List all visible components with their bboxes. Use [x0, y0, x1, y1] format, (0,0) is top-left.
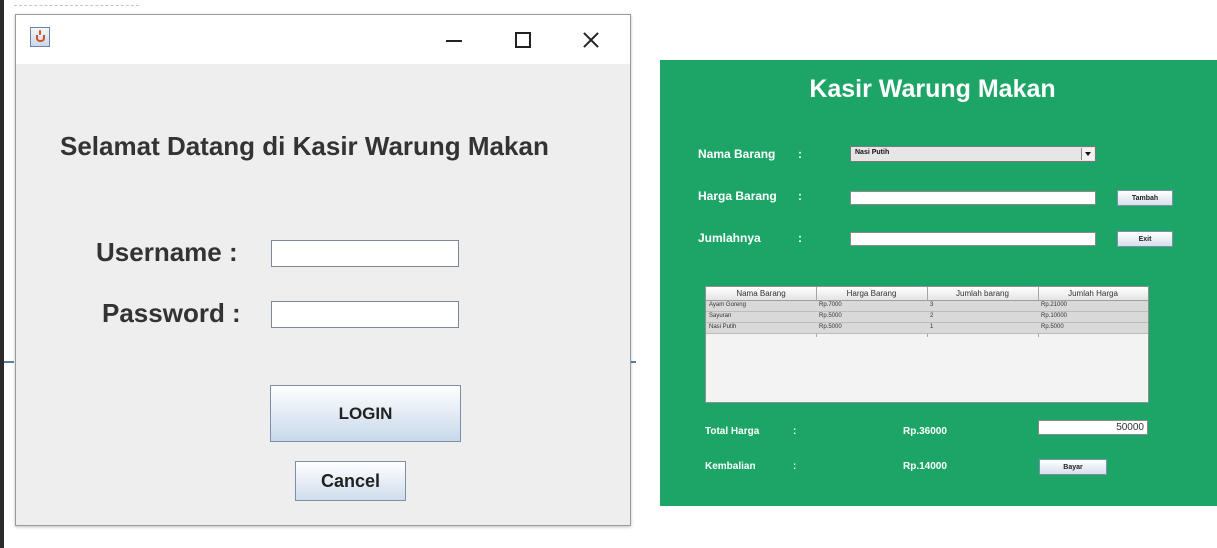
login-button[interactable]: LOGIN: [270, 385, 461, 442]
table-cell: Rp.5000: [819, 313, 842, 319]
close-icon[interactable]: [578, 27, 608, 53]
tambah-button[interactable]: Tambah: [1117, 190, 1173, 206]
login-window: Selamat Datang di Kasir Warung Makan Use…: [15, 14, 631, 526]
jumlah-field[interactable]: [850, 232, 1096, 246]
column-header[interactable]: Jumlah Harga: [1038, 289, 1148, 298]
cancel-button[interactable]: Cancel: [295, 461, 406, 501]
colon: :: [793, 426, 797, 437]
colon: :: [798, 147, 802, 161]
colon: :: [798, 231, 802, 245]
title-bar[interactable]: [16, 15, 630, 64]
minimize-icon[interactable]: [441, 27, 471, 53]
password-label: Password :: [102, 298, 241, 328]
kasir-panel: Kasir Warung Makan Nama Barang : Nasi Pu…: [660, 60, 1217, 506]
username-label: Username :: [96, 237, 238, 267]
table-cell: Rp.21000: [1041, 302, 1068, 308]
table-cell: Sayuran: [709, 313, 732, 319]
table-cell: 2: [930, 313, 934, 319]
table-row[interactable]: Nasi Putih Rp.5000 1 Rp.5000: [706, 323, 1148, 334]
table-cell: Ayam Goreng: [709, 302, 746, 308]
kembalian-value: Rp.14000: [903, 461, 947, 472]
table-cell: Rp.10000: [1041, 313, 1068, 319]
jumlahnya-label: Jumlahnya: [698, 231, 761, 245]
transaksi-table[interactable]: Nama Barang Harga Barang Jumlah barang J…: [705, 286, 1149, 403]
chevron-down-icon[interactable]: [1081, 148, 1094, 160]
table-row[interactable]: Ayam Goreng Rp.7000 3 Rp.21000: [706, 301, 1148, 312]
kasir-title: Kasir Warung Makan: [809, 75, 1056, 103]
table-cell: Rp.5000: [819, 324, 842, 330]
selection-dash: [14, 5, 139, 6]
column-header[interactable]: Jumlah barang: [927, 289, 1038, 298]
left-edge-bar: [0, 0, 4, 548]
password-field[interactable]: [271, 301, 459, 328]
table-cell: 1: [930, 324, 934, 330]
total-harga-label: Total Harga: [705, 426, 760, 437]
table-cell: Rp.7000: [819, 302, 842, 308]
java-icon: [30, 27, 50, 47]
total-harga-value: Rp.36000: [903, 426, 947, 437]
exit-button[interactable]: Exit: [1117, 231, 1173, 247]
column-header[interactable]: Harga Barang: [816, 289, 927, 298]
colon: :: [793, 461, 797, 472]
colon: :: [798, 189, 802, 203]
harga-barang-label: Harga Barang: [698, 189, 777, 203]
table-cell: Rp.5000: [1041, 324, 1064, 330]
table-cell: Nasi Putih: [709, 324, 737, 330]
column-header[interactable]: Nama Barang: [706, 289, 816, 298]
table-cell: 3: [930, 302, 934, 308]
bayar-button[interactable]: Bayar: [1039, 459, 1107, 475]
selected-item: Nasi Putih: [855, 149, 890, 156]
maximize-icon[interactable]: [509, 27, 539, 53]
welcome-heading: Selamat Datang di Kasir Warung Makan: [60, 131, 549, 161]
nama-barang-label: Nama Barang: [698, 147, 776, 161]
harga-barang-field[interactable]: [850, 191, 1096, 205]
nama-barang-select[interactable]: Nasi Putih: [850, 146, 1096, 162]
kembalian-label: Kembalian: [705, 461, 756, 472]
background-line: [4, 361, 14, 363]
table-row[interactable]: Sayuran Rp.5000 2 Rp.10000: [706, 312, 1148, 323]
bayar-input[interactable]: 50000: [1038, 420, 1148, 435]
username-field[interactable]: [271, 240, 459, 267]
